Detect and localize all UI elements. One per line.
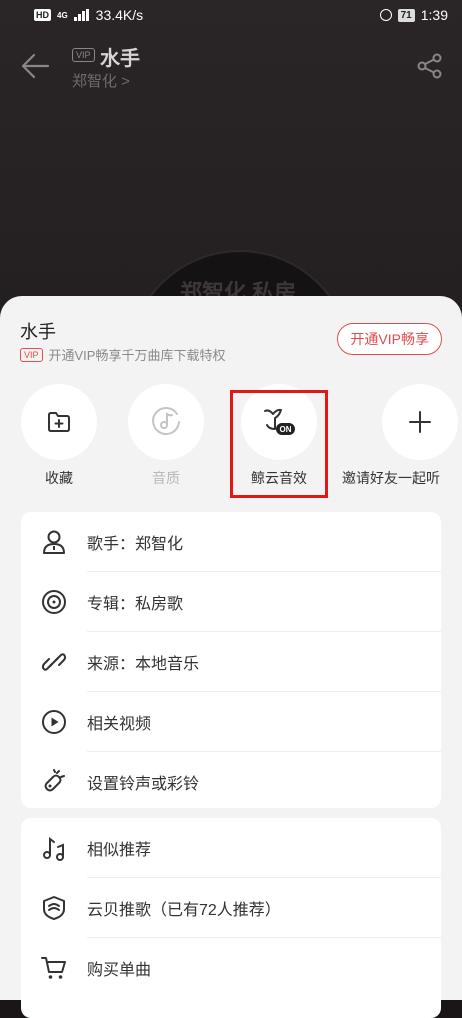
menu-item-label: 相关视频: [87, 715, 152, 733]
artist-link[interactable]: 郑智化 >: [72, 70, 130, 91]
sheet-song-title: 水手: [20, 322, 56, 342]
invite-friends-action[interactable]: 邀请好友一起听: [342, 382, 462, 492]
vip-badge: VIP: [20, 347, 43, 362]
highlight-box: [230, 390, 328, 498]
menu-item-ringtone[interactable]: 设置铃声或彩铃: [44, 751, 441, 811]
quality-label: 音质: [152, 470, 180, 486]
clock: 1:39: [420, 7, 448, 23]
menu-item-related-video[interactable]: 相关视频: [42, 691, 441, 751]
menu-item-similar[interactable]: 相似推荐: [21, 818, 441, 877]
link-icon: [41, 653, 67, 671]
menu-item-buy-single[interactable]: 购买单曲: [41, 937, 441, 997]
menu-item-singer[interactable]: 歌手：郑智化: [21, 512, 441, 571]
song-title: 水手: [100, 48, 140, 70]
status-left: HD 4G 33.4K/s: [34, 7, 143, 23]
alarm-icon: [379, 9, 392, 21]
player-header: VIP 水手 郑智化 >: [0, 40, 462, 100]
vip-subscribe-button[interactable]: 开通VIP畅享: [337, 323, 442, 355]
folder-add-icon: [48, 412, 70, 432]
collect-label: 收藏: [45, 470, 73, 486]
back-arrow-icon[interactable]: [20, 52, 50, 80]
menu-item-label: 专辑：私房歌: [87, 595, 184, 613]
menu-item-album[interactable]: 专辑：私房歌: [42, 571, 441, 631]
video-icon: [42, 710, 66, 734]
signal-type: 4G: [57, 10, 68, 20]
plus-icon: [409, 411, 431, 433]
invite-friends-button[interactable]: [382, 384, 458, 460]
menu-item-source[interactable]: 来源：本地音乐: [41, 631, 441, 691]
hd-badge: HD: [34, 9, 51, 21]
status-right: 71 1:39: [379, 7, 448, 23]
menu-item-label: 设置铃声或彩铃: [87, 775, 200, 793]
recommend-menu: 相似推荐 云贝推歌（已有72人推荐） 购买单曲: [21, 818, 441, 1018]
signal-icon: [73, 9, 90, 21]
song-info-menu: 歌手：郑智化 专辑：私房歌 来源：本地音乐 相关视频 设置铃声或彩铃: [21, 512, 441, 808]
menu-item-label: 歌手：郑智化: [87, 535, 184, 553]
vip-promo-row: VIP 开通VIP畅享千万曲库下载特权: [20, 345, 225, 364]
battery-icon: 71: [397, 8, 415, 22]
vip-promo-text: 开通VIP畅享千万曲库下载特权: [48, 348, 226, 363]
song-action-sheet: 水手 VIP 开通VIP畅享千万曲库下载特权 开通VIP畅享 收藏 音质 ON …: [0, 296, 462, 1018]
singer-icon: [43, 530, 65, 554]
cloud-coin-icon: [43, 896, 65, 920]
quality-action[interactable]: 音质: [111, 382, 221, 492]
share-icon[interactable]: [416, 52, 444, 80]
similar-icon: [43, 837, 64, 861]
quality-button[interactable]: [128, 384, 204, 460]
quality-disc-icon: [152, 407, 180, 435]
collect-action[interactable]: 收藏: [4, 382, 114, 492]
collect-button[interactable]: [21, 384, 97, 460]
invite-friends-label: 邀请好友一起听: [342, 470, 440, 486]
menu-item-cloud-coin[interactable]: 云贝推歌（已有72人推荐）: [43, 877, 441, 937]
menu-item-label: 来源：本地音乐: [87, 655, 200, 673]
network-speed: 33.4K/s: [95, 7, 144, 23]
cart-icon: [41, 957, 66, 979]
ringtone-icon: [44, 769, 65, 792]
vip-badge: VIP: [72, 48, 95, 62]
menu-item-label: 云贝推歌（已有72人推荐）: [87, 901, 281, 919]
album-icon: [42, 590, 66, 614]
menu-item-label: 相似推荐: [87, 841, 152, 859]
status-bar: HD 4G 33.4K/s 71 1:39: [0, 0, 462, 32]
menu-item-label: 购买单曲: [87, 961, 152, 979]
